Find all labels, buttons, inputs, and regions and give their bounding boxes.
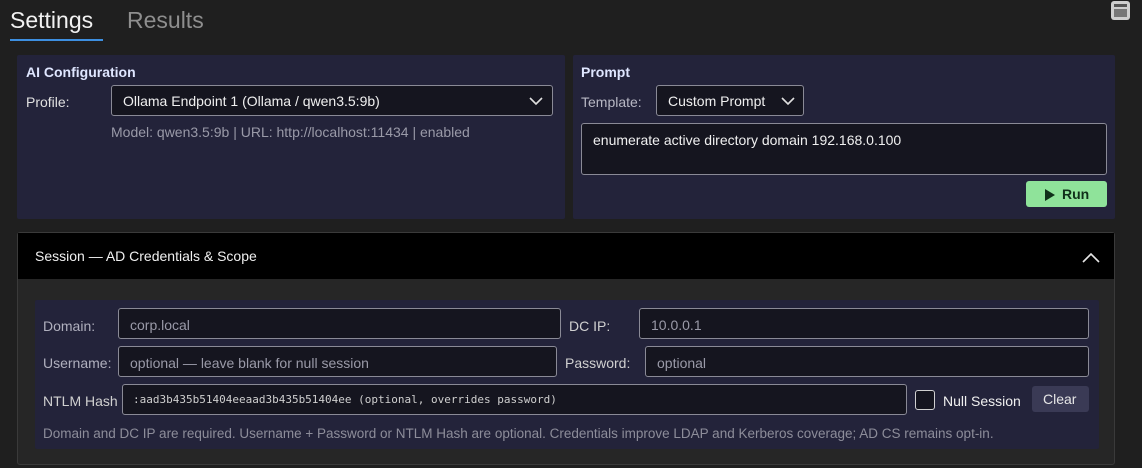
chevron-down-icon bbox=[529, 96, 543, 106]
run-button[interactable]: Run bbox=[1026, 181, 1107, 207]
ai-configuration-title: AI Configuration bbox=[26, 64, 136, 80]
prompt-panel: Prompt Template: Custom Prompt enumerate… bbox=[573, 55, 1115, 219]
domain-input[interactable]: corp.local bbox=[118, 308, 561, 339]
template-select[interactable]: Custom Prompt bbox=[656, 85, 804, 116]
template-label: Template: bbox=[581, 94, 642, 110]
dc-ip-input[interactable]: 10.0.0.1 bbox=[639, 308, 1089, 339]
credentials-hint-text: Domain and DC IP are required. Username … bbox=[43, 426, 994, 441]
password-label: Password: bbox=[565, 355, 631, 371]
run-button-label: Run bbox=[1062, 186, 1090, 202]
password-input-placeholder: optional bbox=[657, 355, 707, 371]
profile-label: Profile: bbox=[26, 94, 70, 110]
clear-button-label: Clear bbox=[1043, 391, 1077, 407]
clear-button[interactable]: Clear bbox=[1032, 386, 1089, 412]
ntlm-hash-label: NTLM Hash bbox=[43, 393, 118, 409]
chevron-down-icon bbox=[781, 96, 795, 106]
tab-bar: Settings Results bbox=[0, 0, 1142, 46]
ntlm-hash-input-placeholder: :aad3b435b51404eeaad3b435b51404ee (optio… bbox=[133, 393, 557, 406]
chevron-up-icon[interactable] bbox=[1082, 250, 1100, 268]
prompt-title: Prompt bbox=[581, 64, 630, 80]
null-session-checkbox[interactable] bbox=[915, 390, 935, 410]
play-icon bbox=[1044, 188, 1055, 204]
prompt-textarea[interactable]: enumerate active directory domain 192.16… bbox=[581, 123, 1107, 175]
template-select-value: Custom Prompt bbox=[668, 93, 766, 109]
model-info-text: Model: qwen3.5:9b | URL: http://localhos… bbox=[111, 124, 470, 140]
ntlm-hash-input[interactable]: :aad3b435b51404eeaad3b435b51404ee (optio… bbox=[122, 384, 907, 415]
session-title: Session — AD Credentials & Scope bbox=[35, 248, 257, 264]
password-input[interactable]: optional bbox=[645, 346, 1089, 377]
credentials-form: Domain: corp.local DC IP: 10.0.0.1 Usern… bbox=[35, 300, 1099, 449]
profile-select-value: Ollama Endpoint 1 (Ollama / qwen3.5:9b) bbox=[123, 93, 380, 109]
profile-select[interactable]: Ollama Endpoint 1 (Ollama / qwen3.5:9b) bbox=[111, 85, 553, 116]
username-input-placeholder: optional — leave blank for null session bbox=[130, 355, 369, 371]
tab-settings[interactable]: Settings bbox=[10, 6, 93, 34]
domain-label: Domain: bbox=[43, 318, 96, 334]
domain-input-placeholder: corp.local bbox=[130, 317, 190, 333]
ai-configuration-panel: AI Configuration Profile: Ollama Endpoin… bbox=[17, 55, 565, 219]
dc-ip-input-placeholder: 10.0.0.1 bbox=[651, 317, 702, 333]
username-label: Username: bbox=[43, 355, 112, 371]
dc-ip-label: DC IP: bbox=[569, 318, 611, 334]
null-session-label: Null Session bbox=[943, 393, 1021, 409]
window-layout-icon[interactable] bbox=[1111, 1, 1130, 20]
session-header[interactable]: Session — AD Credentials & Scope bbox=[18, 233, 1114, 279]
session-section: Session — AD Credentials & Scope Domain:… bbox=[17, 232, 1115, 465]
username-input[interactable]: optional — leave blank for null session bbox=[118, 346, 557, 377]
tab-results[interactable]: Results bbox=[127, 6, 204, 34]
active-tab-indicator bbox=[10, 39, 103, 41]
